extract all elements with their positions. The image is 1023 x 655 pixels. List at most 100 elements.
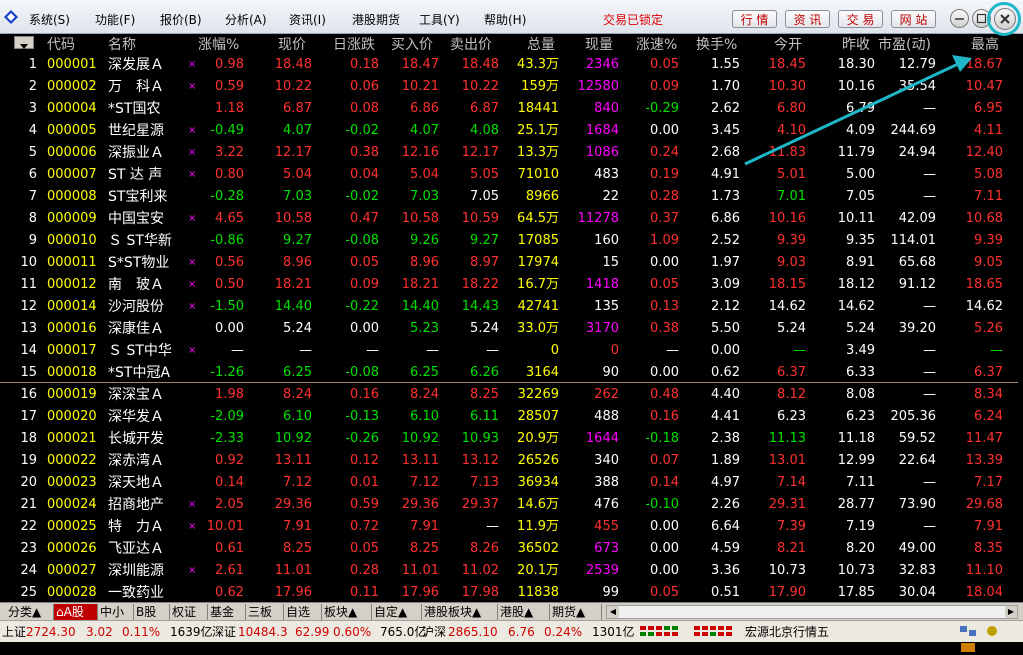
price: 7.91	[283, 519, 312, 534]
header-speed[interactable]: 涨速%	[636, 34, 677, 54]
horizontal-scrollbar[interactable]: ◀ ▶	[606, 605, 1018, 619]
table-row[interactable]: 25 000028 一致药业 0.62 17.96 0.11 17.96 17.98 11838…	[0, 582, 1018, 604]
header-pe[interactable]: 市盈(动)	[878, 34, 931, 54]
table-row[interactable]: 14 000017 Ｓ ST中华 × — — — — — 0 0 — 0.00 — 3.49 — —	[0, 340, 1018, 362]
margin-mark-icon	[188, 406, 196, 428]
tab-warrants[interactable]: 权证	[170, 604, 208, 620]
news-button[interactable]: 资 讯	[785, 10, 830, 28]
tab-hk-sectors[interactable]: 港股板块▲	[422, 604, 498, 620]
stock-code: 000023	[47, 475, 97, 490]
open-price: 8.21	[777, 541, 806, 556]
prev-close: 7.19	[846, 519, 875, 534]
table-row[interactable]: 9 000010 Ｓ ST华新 -0.86 9.27 -0.08 9.26 9.27 17085…	[0, 230, 1018, 252]
table-row[interactable]: 13 000016 深康佳Ａ 0.00 5.24 0.00 5.23 5.24 33.0万 317…	[0, 318, 1018, 340]
menu-analysis[interactable]: 分析(A)	[225, 11, 267, 28]
margin-mark-icon	[188, 450, 196, 472]
change-speed: 0.13	[650, 299, 679, 314]
quote-button[interactable]: 行 情	[732, 10, 777, 28]
table-row[interactable]: 11 000012 南 玻Ａ × 0.50 18.21 0.09 18.21 18.22 16.7…	[0, 274, 1018, 296]
header-open[interactable]: 今开	[774, 34, 802, 54]
header-prev-close[interactable]: 昨收	[842, 34, 870, 54]
table-row[interactable]: 15 000018 *ST中冠A -1.26 6.25 -0.08 6.25 6.26 3164…	[0, 362, 1018, 384]
tab-watchlist[interactable]: 自选	[284, 604, 322, 620]
table-body: 1 000001 深发展Ａ × 0.98 18.48 0.18 18.47 18.48 43.3万…	[0, 54, 1018, 602]
close-button[interactable]	[994, 8, 1016, 30]
table-row[interactable]: 7 000008 ST宝利来 -0.28 7.03 -0.02 7.03 7.05 8966 22…	[0, 186, 1018, 208]
menu-info[interactable]: 资讯(I)	[289, 11, 326, 28]
change-pct: —	[231, 343, 244, 358]
table-row[interactable]: 1 000001 深发展Ａ × 0.98 18.48 0.18 18.47 18.48 43.3万…	[0, 54, 1018, 76]
menu-help[interactable]: 帮助(H)	[484, 11, 526, 28]
day-change: -0.13	[345, 409, 379, 424]
table-row[interactable]: 8 000009 中国宝安 × 4.65 10.58 0.47 10.58 10.59 64.5万…	[0, 208, 1018, 230]
menu-hk-futures[interactable]: 港股期货	[352, 11, 400, 28]
stock-code: 000005	[47, 123, 97, 138]
stock-code: 000016	[47, 321, 97, 336]
tab-sme[interactable]: 中小	[98, 604, 134, 620]
table-row[interactable]: 21 000024 招商地产 × 2.05 29.36 0.59 29.36 29.37 14.6…	[0, 494, 1018, 516]
tab-futures[interactable]: 期货▲	[550, 604, 602, 620]
table-row[interactable]: 20 000023 深天地Ａ 0.14 7.12 0.01 7.12 7.13 36934 388…	[0, 472, 1018, 494]
table-row[interactable]: 6 000007 ST 达 声 × 0.80 5.04 0.04 5.04 5.05 71010 4…	[0, 164, 1018, 186]
table-row[interactable]: 19 000022 深赤湾Ａ 0.92 13.11 0.12 13.11 13.12 26526…	[0, 450, 1018, 472]
table-row[interactable]: 16 000019 深深宝Ａ 1.98 8.24 0.16 8.24 8.25 32269 262…	[0, 384, 1018, 406]
margin-mark-icon: ×	[188, 59, 197, 70]
message-icon[interactable]	[958, 639, 978, 655]
table-row[interactable]: 10 000011 S*ST物业 × 0.56 8.96 0.05 8.96 8.97 17974…	[0, 252, 1018, 274]
table-row[interactable]: 4 000005 世纪星源 × -0.49 4.07 -0.02 4.07 4.08 25.1万 1…	[0, 120, 1018, 142]
table-row[interactable]: 17 000020 深华发Ａ -2.09 6.10 -0.13 6.10 6.11 28507 4…	[0, 406, 1018, 428]
turnover: 4.40	[711, 387, 740, 402]
header-price[interactable]: 现价	[278, 34, 306, 54]
category-tab-bar: 分类▲ ⌂A股 中小 B股 权证 基金 三板 自选 板块▲ 自定▲ 港股板块▲ …	[0, 602, 1023, 620]
open-price: 18.45	[768, 57, 806, 72]
menu-tools[interactable]: 工具(Y)	[419, 11, 460, 28]
bid-price: 8.24	[410, 387, 439, 402]
tab-sectors[interactable]: 板块▲	[322, 604, 372, 620]
tab-a-shares[interactable]: ⌂A股	[54, 604, 98, 620]
header-day-change[interactable]: 日涨跌	[333, 34, 375, 54]
stock-quote-table[interactable]: 代码 名称 涨幅% 现价 日涨跌 买入价 卖出价 总量 现量 涨速% 换手% 今…	[0, 34, 1018, 602]
table-row[interactable]: 18 000021 长城开发 -2.33 10.92 -0.26 10.92 10.93 20.…	[0, 428, 1018, 450]
menu-system[interactable]: 系统(S)	[29, 11, 70, 28]
tab-funds[interactable]: 基金	[208, 604, 246, 620]
table-row[interactable]: 3 000004 *ST国农 1.18 6.87 0.08 6.86 6.87 18441 840…	[0, 98, 1018, 120]
minimize-button[interactable]	[950, 9, 969, 28]
network-icon[interactable]	[958, 623, 978, 639]
tab-category[interactable]: 分类▲	[6, 604, 54, 620]
table-row[interactable]: 24 000027 深圳能源 × 2.61 11.01 0.28 11.01 11.02 20.1…	[0, 560, 1018, 582]
header-bid[interactable]: 买入价	[391, 34, 433, 54]
website-button[interactable]: 网 站	[891, 10, 936, 28]
scroll-left-icon[interactable]: ◀	[607, 606, 619, 618]
tab-b-shares[interactable]: B股	[134, 604, 170, 620]
header-change-pct[interactable]: 涨幅%	[198, 34, 239, 54]
table-row[interactable]: 12 000014 沙河股份 × -1.50 14.40 -0.22 14.40 14.43 42…	[0, 296, 1018, 318]
trade-button[interactable]: 交 易	[838, 10, 883, 28]
app-logo-icon[interactable]	[3, 9, 19, 25]
broadcast-icon[interactable]	[982, 623, 1002, 639]
hs-index-change: 6.76	[508, 625, 535, 639]
tab-hk-stocks[interactable]: 港股▲	[498, 604, 550, 620]
header-high[interactable]: 最高	[971, 34, 999, 54]
header-ask[interactable]: 卖出价	[450, 34, 492, 54]
maximize-button[interactable]	[972, 9, 991, 28]
column-menu-button[interactable]	[14, 36, 34, 49]
header-code[interactable]: 代码	[47, 34, 75, 54]
header-current-volume[interactable]: 现量	[585, 34, 613, 54]
tab-custom[interactable]: 自定▲	[372, 604, 422, 620]
scroll-right-icon[interactable]: ▶	[1005, 606, 1017, 618]
sz-index-value: 10484.3	[238, 625, 288, 639]
header-turnover[interactable]: 换手%	[696, 34, 737, 54]
table-row[interactable]: 22 000025 特 力Ａ × 10.01 7.91 0.72 7.91 — 11.9万 455 0…	[0, 516, 1018, 538]
row-index: 11	[20, 277, 37, 292]
table-row[interactable]: 2 000002 万 科Ａ × 0.59 10.22 0.06 10.21 10.22 159万 1…	[0, 76, 1018, 98]
header-volume[interactable]: 总量	[527, 34, 555, 54]
tab-third-board[interactable]: 三板	[246, 604, 284, 620]
header-name[interactable]: 名称	[108, 34, 136, 54]
table-row[interactable]: 5 000006 深振业Ａ × 3.22 12.17 0.38 12.16 12.17 13.3万…	[0, 142, 1018, 164]
table-row[interactable]: 23 000026 飞亚达Ａ 0.61 8.25 0.05 8.25 8.26 36502 673…	[0, 538, 1018, 560]
change-pct: 0.14	[215, 475, 244, 490]
menu-function[interactable]: 功能(F)	[95, 11, 135, 28]
menu-quote[interactable]: 报价(B)	[160, 11, 202, 28]
row-index: 24	[20, 563, 37, 578]
ask-price: 29.37	[461, 497, 499, 512]
